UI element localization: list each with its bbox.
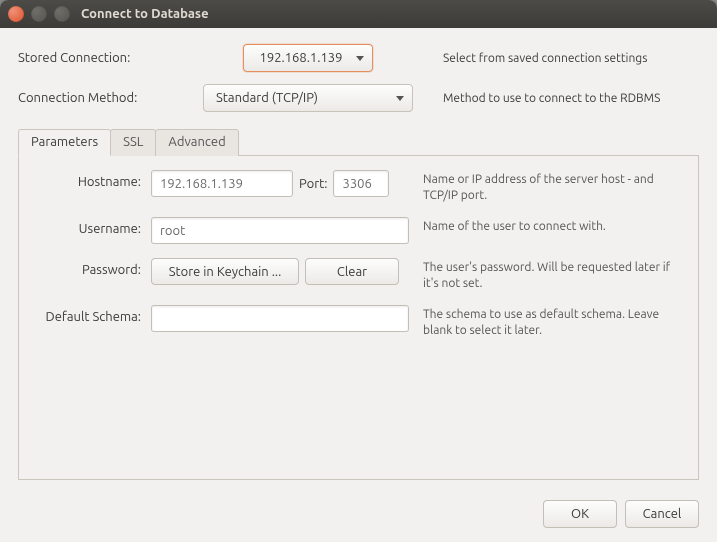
dialog-footer: OK Cancel — [0, 490, 717, 542]
window-title: Connect to Database — [81, 7, 209, 21]
tab-ssl[interactable]: SSL — [110, 129, 156, 156]
stored-connection-row: Stored Connection: 192.168.1.139 Select … — [18, 44, 699, 72]
password-label: Password: — [31, 258, 151, 277]
content-area: Stored Connection: 192.168.1.139 Select … — [0, 28, 717, 490]
hostname-help: Name or IP address of the server host - … — [411, 170, 686, 203]
clear-password-label: Clear — [337, 265, 367, 279]
store-keychain-button[interactable]: Store in Keychain ... — [151, 258, 299, 285]
port-label: Port: — [299, 177, 327, 191]
connection-method-dropdown[interactable]: Standard (TCP/IP) — [203, 84, 413, 112]
stored-connection-help: Select from saved connection settings — [413, 52, 699, 65]
port-input[interactable] — [333, 170, 389, 197]
maximize-icon[interactable] — [54, 6, 70, 22]
connection-method-help: Method to use to connect to the RDBMS — [413, 92, 699, 105]
username-label: Username: — [31, 217, 151, 236]
connection-method-value: Standard (TCP/IP) — [212, 91, 390, 105]
password-row: Password: Store in Keychain ... Clear Th… — [31, 258, 686, 291]
default-schema-help: The schema to use as default schema. Lea… — [411, 305, 686, 338]
username-input[interactable] — [151, 217, 409, 244]
password-help: The user's password. Will be requested l… — [411, 258, 686, 291]
tab-panel-parameters: Hostname: Port: Name or IP address of th… — [18, 156, 699, 480]
stored-connection-label: Stored Connection: — [18, 51, 203, 65]
username-help: Name of the user to connect with. — [411, 217, 686, 235]
titlebar: Connect to Database — [0, 0, 717, 28]
ok-label: OK — [571, 507, 589, 521]
connection-method-row: Connection Method: Standard (TCP/IP) Met… — [18, 84, 699, 112]
chevron-down-icon — [396, 96, 404, 101]
cancel-button[interactable]: Cancel — [625, 500, 699, 528]
tab-advanced[interactable]: Advanced — [155, 129, 238, 156]
connection-method-label: Connection Method: — [18, 91, 203, 105]
username-row: Username: Name of the user to connect wi… — [31, 217, 686, 244]
cancel-label: Cancel — [643, 507, 682, 521]
default-schema-input[interactable] — [151, 305, 409, 332]
tab-parameters[interactable]: Parameters — [18, 129, 111, 156]
ok-button[interactable]: OK — [543, 500, 617, 528]
minimize-icon[interactable] — [31, 6, 47, 22]
hostname-label: Hostname: — [31, 170, 151, 189]
tab-bar: Parameters SSL Advanced — [18, 128, 699, 156]
stored-connection-value: 192.168.1.139 — [252, 51, 350, 65]
store-keychain-label: Store in Keychain ... — [169, 265, 282, 279]
dialog-window: Connect to Database Stored Connection: 1… — [0, 0, 717, 542]
close-icon[interactable] — [8, 6, 24, 22]
hostname-input[interactable] — [151, 170, 293, 197]
default-schema-row: Default Schema: The schema to use as def… — [31, 305, 686, 338]
clear-password-button[interactable]: Clear — [305, 258, 399, 285]
default-schema-label: Default Schema: — [31, 305, 151, 324]
chevron-down-icon — [356, 56, 364, 61]
hostname-row: Hostname: Port: Name or IP address of th… — [31, 170, 686, 203]
stored-connection-dropdown[interactable]: 192.168.1.139 — [243, 44, 373, 72]
